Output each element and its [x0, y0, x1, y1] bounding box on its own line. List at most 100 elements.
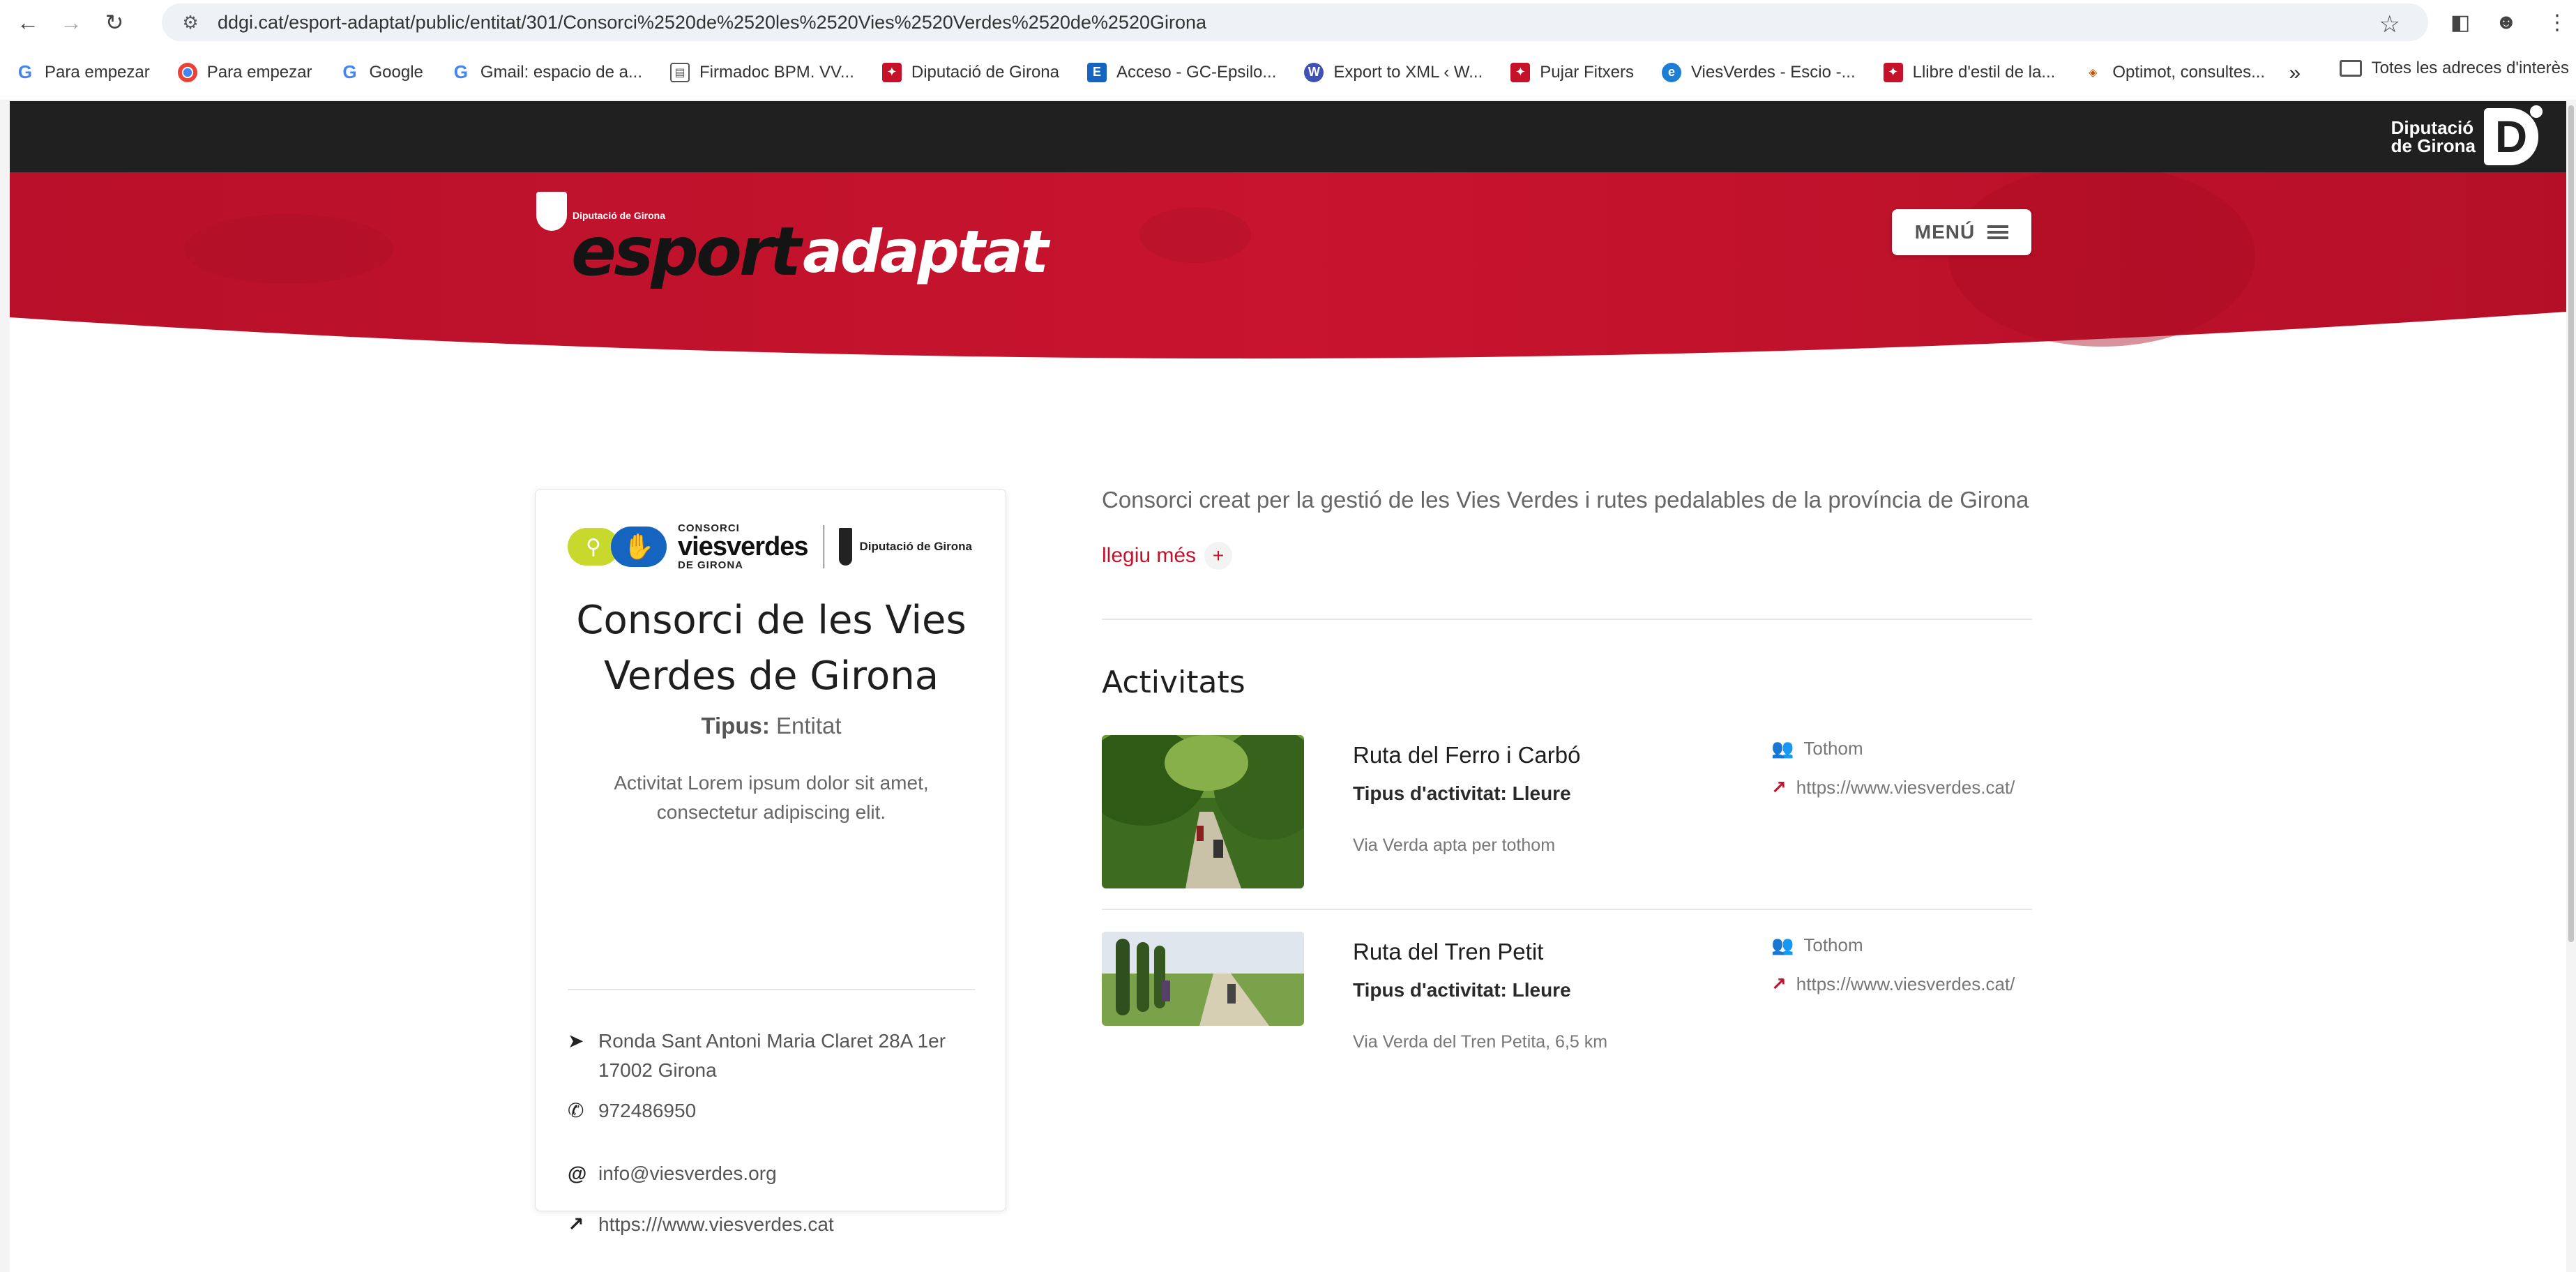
activity-link[interactable]: ↗ https://www.viesverdes.cat/ [1771, 974, 2015, 995]
address-text: Ronda Sant Antoni Maria Claret 28A 1er 1… [598, 1030, 946, 1081]
diputacio-logo-line1: Diputació [2391, 117, 2474, 138]
location-arrow-icon: ➤ [568, 1030, 584, 1052]
bookmark-item[interactable]: G Gmail: espacio de a... [451, 61, 643, 82]
menu-button-label: MENÚ [1914, 221, 1976, 243]
entity-type: Tipus: Entitat [550, 713, 993, 739]
optimot-icon: ◈ [2089, 66, 2098, 79]
activity-audience: 👥 Tothom [1771, 738, 1863, 759]
logo-dip-label: Diputació de Girona [859, 540, 972, 553]
wordpress-icon: W [1304, 62, 1324, 82]
activity-name[interactable]: Ruta del Ferro i Carbó [1353, 742, 1580, 768]
bookmark-item[interactable]: ◈ Optimot, consultes... [2083, 63, 2265, 82]
at-sign-icon: @ [568, 1163, 587, 1184]
diputacio-logo-line2: de Girona [2391, 135, 2476, 156]
bookmarks-folder-label: Totes les adreces d'interès [2371, 59, 2569, 77]
side-panel-icon[interactable]: ◧ [2450, 8, 2470, 36]
top-bar: Diputació de Girona D [10, 101, 2566, 172]
bookmark-label: ViesVerdes - Escio -... [1690, 62, 1856, 82]
bookmark-label: Acceso - GC-Epsilo... [1116, 62, 1277, 82]
web-page: Diputació de Girona D Diputació de Giron… [10, 101, 2566, 1272]
hero-banner [10, 172, 2566, 381]
bookmark-item[interactable]: e ViesVerdes - Escio -... [1661, 62, 1856, 82]
menu-button[interactable]: MENÚ [1892, 209, 2031, 255]
viesverdes-icon: e [1661, 62, 1681, 82]
bookmark-item[interactable]: G Para empezar [15, 61, 150, 82]
diputacio-icon: ✦ [881, 62, 902, 82]
card-divider [568, 989, 975, 990]
address-bar[interactable]: ⚙ ddgi.cat/esport-adaptat/public/entitat… [162, 3, 2428, 41]
profile-avatar-icon[interactable]: ☻ [2495, 8, 2517, 36]
site-settings-icon[interactable]: ⚙ [179, 10, 202, 34]
bookmark-item[interactable]: Para empezar [177, 62, 312, 82]
forward-arrow-icon[interactable]: → [56, 7, 86, 38]
activity-audience: 👥 Tothom [1771, 934, 1863, 956]
website-row: ↗ https:///www.viesverdes.cat [568, 1210, 975, 1239]
entity-type-value: Entitat [776, 713, 842, 739]
brand-adaptat-text: adaptat [803, 218, 1049, 286]
read-more-link[interactable]: llegiu més + [1102, 542, 1233, 570]
bookmark-item[interactable]: E Acceso - GC-Epsilo... [1087, 62, 1277, 82]
diputacio-seal-icon [839, 528, 853, 566]
bookmark-item[interactable]: ✦ Llibre d'estil de la... [1883, 62, 2055, 82]
activity-link[interactable]: ↗ https://www.viesverdes.cat/ [1771, 777, 2015, 798]
logo-line3: DE GIRONA [678, 559, 744, 571]
bookmark-item[interactable]: ✦ Pujar Fitxers [1510, 62, 1634, 82]
bookmark-label: Diputació de Girona [911, 62, 1059, 82]
bookmark-label: Optimot, consultes... [2112, 62, 2266, 82]
diputacio-logo[interactable]: Diputació de Girona D [2391, 105, 2543, 165]
bookmark-label: Google [369, 62, 423, 82]
activity-photo[interactable] [1102, 932, 1304, 1026]
email-row: @ info@viesverdes.org [568, 1159, 975, 1188]
page-scrollbar[interactable] [2566, 101, 2576, 1272]
users-icon: 👥 [1771, 738, 1794, 759]
bookmarks-overflow-icon[interactable]: » [2289, 61, 2301, 85]
activity-divider [1102, 909, 2032, 910]
bookmark-item[interactable]: ✦ Diputació de Girona [881, 62, 1059, 82]
diputacio-seal-icon [536, 192, 567, 231]
chrome-icon [177, 62, 197, 82]
entity-intro: Consorci creat per la gestió de les Vies… [1102, 487, 2029, 513]
website-link[interactable]: https:///www.viesverdes.cat [598, 1210, 975, 1239]
activity-description: Via Verda del Tren Petita, 6,5 km [1353, 1032, 1608, 1052]
bookmark-label: Para empezar [206, 62, 312, 82]
activity-type: Tipus d'activitat: Lleure [1353, 979, 1571, 1001]
phone-row: ✆ 972486950 [568, 1096, 975, 1126]
pedestrian-icon: ✋ [611, 527, 667, 567]
bookmark-item[interactable]: W Export to XML ‹ W... [1304, 62, 1483, 82]
page-left-edge [0, 101, 10, 1272]
diputacio-d-icon: D [2484, 105, 2543, 165]
activity-link-label: https://www.viesverdes.cat/ [1796, 974, 2015, 994]
activity-link-label: https://www.viesverdes.cat/ [1796, 777, 2015, 798]
back-arrow-icon[interactable]: ← [13, 7, 43, 38]
bookmark-star-icon[interactable]: ☆ [2379, 10, 2400, 38]
external-link-icon: ↗ [1771, 974, 1787, 994]
address-row: ➤ Ronda Sant Antoni Maria Claret 28A 1er… [568, 1027, 975, 1085]
read-more-label: llegiu més [1102, 544, 1197, 567]
activity-name[interactable]: Ruta del Tren Petit [1353, 939, 1543, 965]
brand-small-text: Diputació de Girona [573, 210, 666, 221]
phone-text[interactable]: 972486950 [598, 1096, 975, 1126]
activity-type: Tipus d'activitat: Lleure [1353, 782, 1571, 804]
esport-adaptat-logo[interactable]: Diputació de Girona esport adaptat [536, 192, 1049, 286]
phone-icon: ✆ [568, 1100, 584, 1121]
url-text[interactable]: ddgi.cat/esport-adaptat/public/entitat/3… [218, 12, 1206, 33]
scrollbar-thumb[interactable] [2568, 105, 2574, 942]
reload-icon[interactable]: ↻ [99, 7, 130, 38]
activity-photo[interactable] [1102, 735, 1304, 888]
email-link[interactable]: info@viesverdes.org [598, 1159, 975, 1188]
document-icon: ▤ [670, 62, 690, 82]
entity-title: Consorci de les Vies Verdes de Girona [576, 598, 967, 699]
kebab-menu-icon[interactable]: ⋮ [2547, 8, 2568, 36]
bookmark-item[interactable]: G Google [340, 61, 423, 82]
bookmarks-folder[interactable]: Totes les adreces d'interès [2339, 59, 2569, 78]
entity-logo: ⚲ ✋ CONSORCI viesverdes DE GIRONA Diputa… [568, 520, 972, 573]
epsilon-icon: E [1087, 62, 1107, 82]
bookmark-item[interactable]: ▤ Firmadoc BPM. VV... [670, 62, 854, 82]
logo-line2: viesverdes [678, 532, 808, 561]
bookmark-label: Export to XML ‹ W... [1333, 62, 1483, 82]
users-icon: 👥 [1771, 934, 1794, 955]
bookmark-label: Para empezar [45, 62, 150, 82]
bookmark-label: Gmail: espacio de a... [480, 62, 643, 82]
external-link-icon: ↗ [568, 1213, 584, 1235]
hamburger-icon [1987, 225, 2009, 239]
